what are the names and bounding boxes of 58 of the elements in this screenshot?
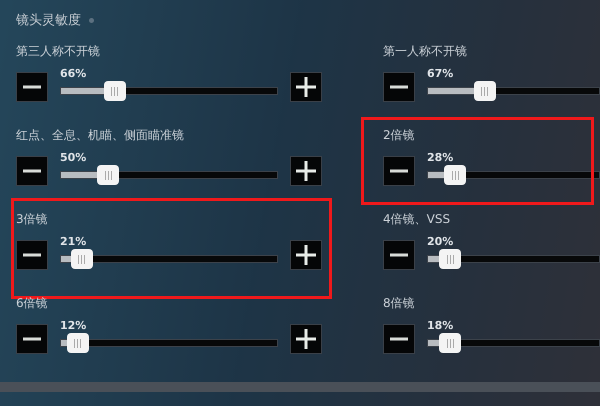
setting-label: 2倍镜	[383, 127, 416, 144]
slider-thumb[interactable]	[70, 249, 93, 269]
slider-track[interactable]	[60, 81, 278, 101]
minus-button[interactable]	[383, 72, 415, 102]
setting-label: 第三人称不开镜	[16, 43, 101, 60]
slider-value: 12%	[60, 319, 86, 333]
minus-button[interactable]	[383, 156, 415, 186]
setting-label: 4倍镜、VSS	[383, 211, 452, 228]
plus-icon	[296, 329, 316, 349]
slider-value: 28%	[427, 151, 454, 165]
minus-icon	[390, 85, 408, 89]
minus-button[interactable]	[383, 240, 415, 270]
slider-value: 21%	[60, 235, 86, 249]
plus-icon	[296, 245, 316, 265]
plus-button[interactable]	[290, 72, 322, 102]
slider-track[interactable]	[427, 165, 600, 185]
plus-icon	[296, 161, 316, 181]
slider-value: 20%	[427, 235, 454, 249]
slider-track[interactable]	[60, 333, 278, 353]
setting-label: 6倍镜	[16, 295, 49, 312]
plus-button[interactable]	[290, 324, 322, 354]
slider-value: 67%	[427, 67, 454, 81]
minus-icon	[23, 337, 41, 341]
slider-thumb[interactable]	[66, 333, 89, 353]
slider-track[interactable]	[427, 81, 600, 101]
slider-thumb[interactable]	[104, 81, 126, 101]
minus-icon	[23, 169, 41, 173]
minus-icon	[390, 253, 408, 257]
minus-button[interactable]	[16, 324, 48, 354]
setting-label: 3倍镜	[16, 211, 49, 228]
slider-track[interactable]	[427, 333, 600, 353]
minus-button[interactable]	[383, 324, 415, 354]
slider-value: 50%	[60, 151, 86, 165]
minus-icon	[390, 337, 408, 341]
slider-thumb[interactable]	[474, 81, 496, 101]
dot-icon	[89, 18, 94, 22]
minus-icon	[23, 85, 41, 89]
slider-thumb[interactable]	[444, 165, 466, 185]
slider-value: 18%	[427, 319, 454, 333]
plus-button[interactable]	[290, 240, 322, 270]
minus-button[interactable]	[16, 72, 48, 102]
slider-thumb[interactable]	[439, 333, 462, 353]
section-title: 镜头灵敏度	[16, 12, 81, 29]
minus-button[interactable]	[16, 240, 48, 270]
plus-icon	[296, 77, 316, 97]
plus-button[interactable]	[290, 156, 322, 186]
slider-value: 66%	[60, 67, 86, 81]
minus-icon	[390, 169, 408, 173]
slider-track[interactable]	[60, 249, 278, 269]
minus-icon	[23, 253, 41, 257]
slider-thumb[interactable]	[97, 165, 120, 185]
minus-button[interactable]	[16, 156, 48, 186]
slider-track[interactable]	[427, 249, 600, 269]
setting-label: 第一人称不开镜	[383, 43, 468, 60]
setting-label: 8倍镜	[383, 295, 416, 312]
setting-label: 红点、全息、机瞄、侧面瞄准镜	[16, 127, 185, 144]
slider-track[interactable]	[60, 165, 278, 185]
slider-thumb[interactable]	[439, 249, 462, 269]
